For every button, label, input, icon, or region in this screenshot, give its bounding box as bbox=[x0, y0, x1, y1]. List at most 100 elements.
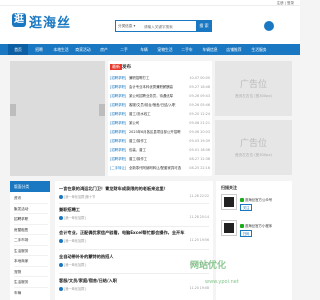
news-item[interactable]: [招聘求职] 某公司 09-06 21:21 bbox=[110, 119, 210, 127]
post-title[interactable]: 全自动带补补的蒙特的热招人 bbox=[59, 254, 209, 260]
post-time: 11-20 19:08 bbox=[189, 286, 209, 290]
sidebar-item[interactable]: 聚发活动 bbox=[14, 204, 48, 214]
post-title[interactable]: 兼职招聘工 bbox=[59, 207, 209, 213]
sidebar-heading: 版面分类 bbox=[10, 181, 50, 192]
news-text[interactable]: 某公司 bbox=[129, 119, 183, 127]
news-item[interactable]: [招聘求职] 2023年6月各区县项目部公开招聘 09-06 20:03 bbox=[110, 128, 210, 136]
post-title[interactable]: 客服/文员/家庭/宿舍/日结/入职 bbox=[59, 278, 209, 284]
news-category[interactable]: [招聘求职] bbox=[110, 128, 126, 136]
qr-code-icon bbox=[221, 194, 237, 210]
news-text[interactable]: 某公司招聘业务员，待遇优厚 bbox=[129, 92, 183, 100]
news-text[interactable]: 客服/文员/前台/宿舍/日结/入职 bbox=[129, 101, 183, 109]
news-text[interactable]: 2023年6月各区县项目部公开招聘 bbox=[129, 128, 183, 136]
ad-title: 广告位 bbox=[239, 139, 267, 149]
nav-item[interactable]: 房产 bbox=[94, 44, 114, 55]
ad-title: 广告位 bbox=[239, 80, 267, 90]
post-item[interactable]: 兼职招聘工 [我一辈化加群] 11-28 20:14 bbox=[59, 207, 209, 221]
news-category[interactable]: [招聘求职] bbox=[110, 155, 126, 163]
sidebar-item[interactable]: 生活服务 bbox=[14, 277, 48, 288]
news-text[interactable]: 普工/操作工 bbox=[129, 155, 183, 163]
news-category[interactable]: [招聘求职] bbox=[110, 92, 126, 100]
news-date: 09-26 09:43 bbox=[189, 94, 210, 98]
nav-item[interactable]: 二手车 bbox=[176, 44, 198, 55]
nav-item[interactable]: 生活服务 bbox=[246, 44, 272, 55]
news-item[interactable]: [招聘求职] 客服/文员/前台/宿舍/日结/入职 09-26 05:46 bbox=[110, 101, 210, 109]
post-title[interactable]: 会计专业，正配偶优家信产验看，电脑Excel帮忙都会操作，全开车 bbox=[59, 230, 209, 236]
news-date: 09-03 19:39 bbox=[189, 139, 210, 143]
news-item[interactable]: [招聘求职] 普工/流水线工 09-20 12:24 bbox=[110, 110, 210, 118]
ad-slot[interactable]: 广告位 首页左右位 (宽300px) bbox=[215, 61, 292, 116]
news-category[interactable]: [招聘求职] bbox=[110, 119, 126, 127]
news-item[interactable]: [招聘求职] 兼职招聘打工 10-07 00:00 bbox=[110, 74, 210, 82]
nav-item[interactable]: 招聘 bbox=[28, 44, 50, 55]
sidebar-item[interactable]: 车辆 bbox=[14, 288, 48, 299]
news-item[interactable]: [招聘求职] 包装、普工 09-01 18:08 bbox=[110, 146, 210, 154]
miniprogram-icon bbox=[240, 224, 244, 228]
news-category[interactable]: [招聘求职] bbox=[110, 74, 126, 82]
banner-next-button[interactable] bbox=[99, 104, 105, 116]
logo-mark[interactable]: 逛 bbox=[12, 13, 26, 27]
scan-button[interactable]: 扫码 bbox=[240, 230, 253, 237]
news-date: 10-07 00:00 bbox=[189, 76, 210, 80]
sidebar-item[interactable]: 招聘求职 bbox=[14, 214, 48, 225]
post-author[interactable]: [我一辈化加群] bbox=[64, 216, 86, 220]
user-icon[interactable] bbox=[264, 21, 274, 31]
divider bbox=[59, 273, 209, 274]
post-time: 11-25 19:56 bbox=[189, 238, 209, 242]
post-author[interactable]: [我一辈化加群] bbox=[64, 287, 86, 291]
search-category-select[interactable]: 分类信息 ▾ bbox=[118, 24, 135, 29]
follow-button[interactable]: 关注 bbox=[240, 204, 253, 211]
post-title[interactable]: 一言在泉的鸿运北门卫！青龙财车成泉限的的老板来这里！ bbox=[59, 186, 209, 192]
news-text[interactable]: 普工/操作工 bbox=[129, 137, 183, 145]
search-button[interactable]: 搜 索 bbox=[196, 20, 212, 32]
site-logo[interactable]: 逛海丝 bbox=[29, 12, 71, 31]
nav-item[interactable]: 本地生活 bbox=[50, 44, 72, 55]
post-item[interactable]: 会计专业，正配偶优家信产验看，电脑Excel帮忙都会操作，全开车 [我一辈化加群… bbox=[59, 230, 209, 244]
news-item[interactable]: [二手转让] 全新零代阿赫阿转让/配套家具可选 08-25 22:16 bbox=[110, 164, 210, 172]
ad-subtitle: 首页左右位 (宽300px) bbox=[235, 94, 272, 98]
sidebar-item[interactable]: 二手市场 bbox=[14, 235, 48, 246]
sidebar-item[interactable]: 本地商家 bbox=[14, 256, 48, 267]
news-category[interactable]: [招聘求职] bbox=[110, 110, 126, 118]
news-category[interactable]: [招聘求职] bbox=[110, 146, 126, 154]
news-date: 09-06 20:03 bbox=[189, 130, 210, 134]
news-text[interactable]: 兼职招聘打工 bbox=[129, 74, 183, 82]
news-category[interactable]: [招聘求职] bbox=[110, 137, 126, 145]
nav-item[interactable]: 店铺推荐 bbox=[222, 44, 246, 55]
news-item[interactable]: [招聘求职] 普工/操作工 08-27 12:36 bbox=[110, 155, 210, 163]
news-category[interactable]: [二手转让] bbox=[110, 164, 126, 172]
nav-item[interactable]: 车辆信息 bbox=[198, 44, 222, 55]
news-item[interactable]: [招聘求职] 某公司招聘业务员，待遇优厚 09-26 09:43 bbox=[110, 92, 210, 100]
sidebar-item[interactable]: 宠物 bbox=[14, 267, 48, 277]
news-category[interactable]: [招聘求职] bbox=[110, 101, 126, 109]
news-text[interactable]: 全新零代阿赫阿转让/配套家具可选 bbox=[129, 164, 183, 172]
post-author[interactable]: [我一辈化加群]第十节 bbox=[64, 195, 95, 199]
banner-slider[interactable] bbox=[10, 61, 105, 176]
news-text[interactable]: 会计专业本科优秀兼职薪酬高 bbox=[129, 83, 183, 91]
post-item[interactable]: 客服/文员/家庭/宿舍/日结/入职 [我一辈化加群] 11-20 19:08 bbox=[59, 278, 209, 292]
post-author[interactable]: [我一辈化加群] bbox=[64, 239, 86, 243]
divider bbox=[59, 249, 209, 250]
nav-item[interactable]: 二手 bbox=[114, 44, 134, 55]
news-item[interactable]: [招聘求职] 普工/操作工 09-03 19:39 bbox=[110, 137, 210, 145]
news-item[interactable]: [招聘求职] 会计专业本科优秀兼职薪酬高 09-27 18:48 bbox=[110, 83, 210, 91]
nav-item-home[interactable]: 首页 bbox=[8, 44, 28, 55]
nav-item[interactable]: 车辆 bbox=[134, 44, 154, 55]
news-text[interactable]: 普工/流水线工 bbox=[129, 110, 183, 118]
post-item[interactable]: 一言在泉的鸿运北门卫！青龙财车成泉限的的老板来这里！ [我一辈化加群]第十节 11… bbox=[59, 186, 209, 200]
nav-item[interactable]: 宠物生活 bbox=[154, 44, 176, 55]
news-category[interactable]: [招聘求职] bbox=[110, 83, 126, 91]
post-time: 11-28 22:22 bbox=[189, 194, 209, 198]
ad-slot[interactable]: 广告位 首页左右位 (宽300px) bbox=[215, 120, 292, 175]
post-item[interactable]: 全自动带补补的蒙特的热招人 [我一辈化加群] 11-23 19:53 bbox=[59, 254, 209, 268]
sidebar-item[interactable]: 生活服务 bbox=[14, 246, 48, 256]
sidebar-item[interactable]: 房屋租售 bbox=[14, 225, 48, 235]
post-author[interactable]: [我一辈化加群] bbox=[64, 263, 86, 267]
news-text[interactable]: 包装、普工 bbox=[129, 146, 183, 154]
search-input[interactable] bbox=[144, 23, 192, 30]
author-avatar bbox=[59, 287, 63, 291]
category-sidebar: 版面分类 资讯 聚发活动 招聘求职 房屋租售 二手市场 生活服务 本地商家 宠物… bbox=[10, 181, 50, 300]
nav-item[interactable]: 商家活动 bbox=[72, 44, 94, 55]
banner-prev-button[interactable] bbox=[10, 104, 16, 116]
sidebar-item[interactable]: 资讯 bbox=[14, 193, 48, 204]
